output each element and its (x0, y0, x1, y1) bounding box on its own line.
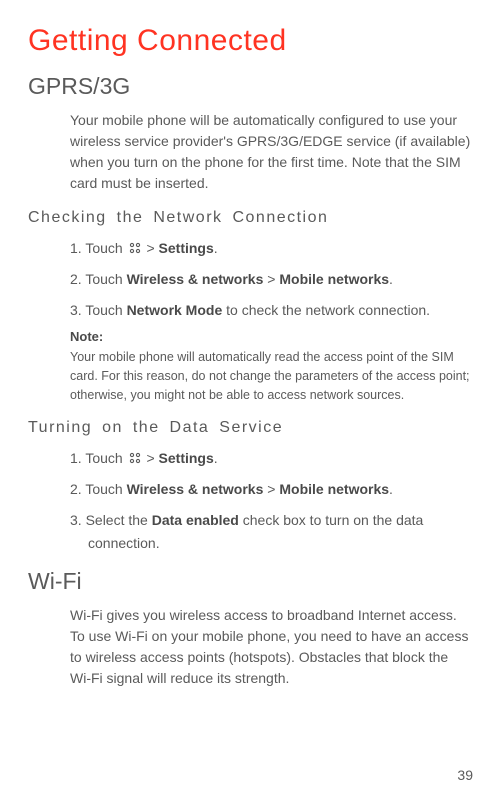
apps-grid-icon (129, 452, 141, 464)
text: 3. Select the (70, 512, 152, 528)
section-gprs-heading: GPRS/3G (28, 69, 473, 104)
data-enabled-label: Data enabled (152, 512, 239, 528)
mobile-networks-label: Mobile networks (279, 271, 389, 287)
gprs-intro: Your mobile phone will be automatically … (70, 110, 473, 194)
text: 2. Touch (70, 481, 127, 497)
wireless-networks-label: Wireless & networks (127, 481, 264, 497)
subheading-check-network: Checking the Network Connection (28, 206, 473, 230)
data-step-3-cont: connection. (88, 533, 473, 554)
text: . (389, 481, 393, 497)
data-step-2: 2. Touch Wireless & networks > Mobile ne… (70, 479, 473, 500)
text: 1. Touch (70, 450, 127, 466)
data-step-1: 1. Touch > Settings. (70, 448, 473, 469)
settings-label: Settings (159, 240, 214, 256)
text: > (263, 271, 279, 287)
text: > (143, 240, 159, 256)
page-title: Getting Connected (28, 18, 473, 63)
note-label: Note: (70, 327, 473, 347)
network-mode-label: Network Mode (127, 302, 223, 318)
check-step-3: 3. Touch Network Mode to check the netwo… (70, 300, 473, 321)
text: to check the network connection. (222, 302, 430, 318)
text: . (214, 240, 218, 256)
check-step-1: 1. Touch > Settings. (70, 238, 473, 259)
wireless-networks-label: Wireless & networks (127, 271, 264, 287)
data-step-3: 3. Select the Data enabled check box to … (70, 510, 473, 531)
check-step-2: 2. Touch Wireless & networks > Mobile ne… (70, 269, 473, 290)
subheading-data-service: Turning on the Data Service (28, 416, 473, 440)
text: > (143, 450, 159, 466)
note-text: Your mobile phone will automatically rea… (70, 348, 473, 404)
text: 2. Touch (70, 271, 127, 287)
wifi-intro: Wi-Fi gives you wireless access to broad… (70, 605, 473, 689)
section-wifi-heading: Wi-Fi (28, 564, 473, 599)
text: 1. Touch (70, 240, 127, 256)
text: check box to turn on the data (239, 512, 423, 528)
page-number: 39 (457, 765, 473, 786)
text: . (389, 271, 393, 287)
text: . (214, 450, 218, 466)
mobile-networks-label: Mobile networks (279, 481, 389, 497)
text: 3. Touch (70, 302, 127, 318)
text: > (263, 481, 279, 497)
apps-grid-icon (129, 242, 141, 254)
settings-label: Settings (159, 450, 214, 466)
